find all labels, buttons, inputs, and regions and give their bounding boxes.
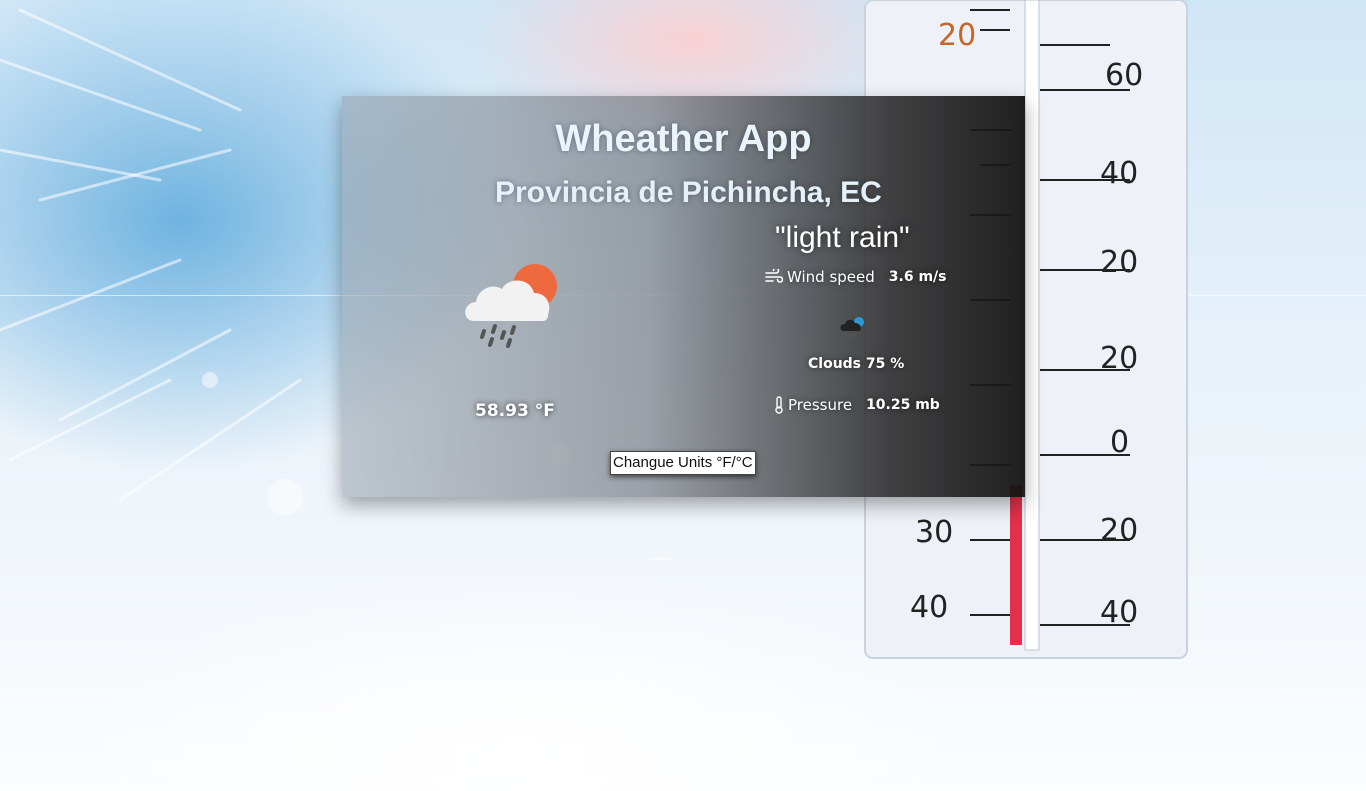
wind-speed-label: Wind speed [787,268,875,286]
location-name: Provincia de Pichincha, EC [495,176,882,209]
pressure-label: Pressure [788,396,853,414]
wind-icon [765,269,783,283]
svg-text:60: 60 [1105,58,1143,93]
pressure-row: Pressure 10.25 mb [774,396,940,414]
weather-card: Wheather App Provincia de Pichincha, EC … [342,96,1025,497]
svg-text:40: 40 [1100,156,1138,191]
svg-text:0: 0 [1110,425,1129,460]
svg-text:20: 20 [1100,245,1138,280]
change-units-button[interactable]: Changue Units °F/°C [610,451,756,475]
weather-description: "light rain" [775,221,910,254]
temperature-value: 58.93 °F [475,401,555,421]
svg-text:30: 30 [915,515,953,550]
wind-speed-value: 3.6 m/s [888,269,947,285]
svg-text:40: 40 [910,590,948,625]
clouds-value: Clouds 75 % [808,356,905,372]
light-rain-sun-icon [465,264,557,348]
svg-text:20: 20 [938,18,976,53]
svg-text:20: 20 [1100,341,1138,376]
svg-text:20: 20 [1100,513,1138,548]
pressure-value: 10.25 mb [866,397,940,413]
rain-cloud-icon [840,317,864,339]
wind-speed-row: Wind speed 3.6 m/s [765,268,947,286]
app-title: Wheather App [555,118,812,160]
svg-text:40: 40 [1100,595,1138,630]
thermometer-icon [775,396,783,414]
